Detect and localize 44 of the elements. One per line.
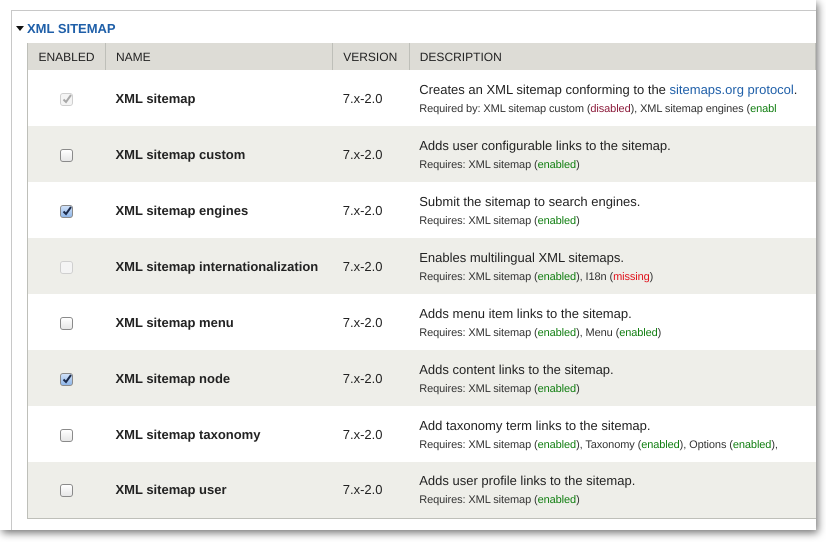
module-description: Adds user profile links to the sitemap. <box>419 473 636 488</box>
module-description: Adds menu item links to the sitemap. <box>419 306 633 320</box>
checkbox[interactable] <box>60 428 74 442</box>
module-name: XML sitemap <box>116 90 196 106</box>
module-name: XML sitemap menu <box>116 314 234 330</box>
checkbox[interactable] <box>60 484 74 498</box>
module-version: 7.x-2.0 <box>342 426 382 442</box>
checkbox[interactable] <box>60 148 74 162</box>
module-requirements: Required by: XML sitemap custom (disabled), XML sitemap engines (enabl <box>419 102 778 114</box>
module-name: XML sitemap node <box>116 370 230 386</box>
checkbox[interactable] <box>60 316 74 330</box>
module-name: XML sitemap taxonomy <box>116 426 260 442</box>
module-requirements: Requires: XML sitemap (enabled), Taxonomy (enabled), Options (enabled), <box>419 438 779 450</box>
module-description: Adds content links to the sitemap. <box>419 362 615 376</box>
column-header: NAME <box>106 43 333 70</box>
caret-icon <box>16 26 24 31</box>
module-version: 7.x-2.0 <box>342 146 382 162</box>
module-description: Adds user configurable links to the sitemap. <box>419 138 672 152</box>
column-header: ENABLED <box>28 43 106 70</box>
module-requirements: Requires: XML sitemap (enabled) <box>419 382 581 394</box>
module-version: 7.x-2.0 <box>342 90 382 106</box>
checkbox[interactable] <box>60 372 74 386</box>
module-version: 7.x-2.0 <box>342 202 382 218</box>
column-header: VERSION <box>332 43 410 70</box>
module-version: 7.x-2.0 <box>342 258 382 274</box>
module-description: Enables multilingual XML sitemaps. <box>419 250 625 264</box>
fieldset-legend[interactable]: XML SITEMAP <box>16 21 116 36</box>
module-requirements: Requires: XML sitemap (enabled) <box>419 214 581 226</box>
module-name: XML sitemap internationalization <box>116 258 318 274</box>
module-version: 7.x-2.0 <box>342 370 382 386</box>
module-version: 7.x-2.0 <box>342 482 382 498</box>
module-version: 7.x-2.0 <box>342 314 382 330</box>
column-header: DESCRIPTION <box>409 43 816 70</box>
module-name: XML sitemap user <box>116 482 227 498</box>
module-description: Submit the sitemap to search engines. <box>419 194 642 208</box>
module-description: Add taxonomy term links to the sitemap. <box>419 418 652 432</box>
checkbox[interactable] <box>60 204 74 218</box>
module-requirements: Requires: XML sitemap (enabled), I18n (missing) <box>419 270 654 282</box>
module-name: XML sitemap engines <box>116 202 248 218</box>
module-requirements: Requires: XML sitemap (enabled) <box>419 494 581 506</box>
module-description: Creates an XML sitemap conforming to the sitemaps.org protocol. <box>419 82 798 96</box>
module-requirements: Requires: XML sitemap (enabled), Menu (enabled) <box>419 326 662 338</box>
module-requirements: Requires: XML sitemap (enabled) <box>419 158 581 170</box>
module-name: XML sitemap custom <box>116 146 246 162</box>
